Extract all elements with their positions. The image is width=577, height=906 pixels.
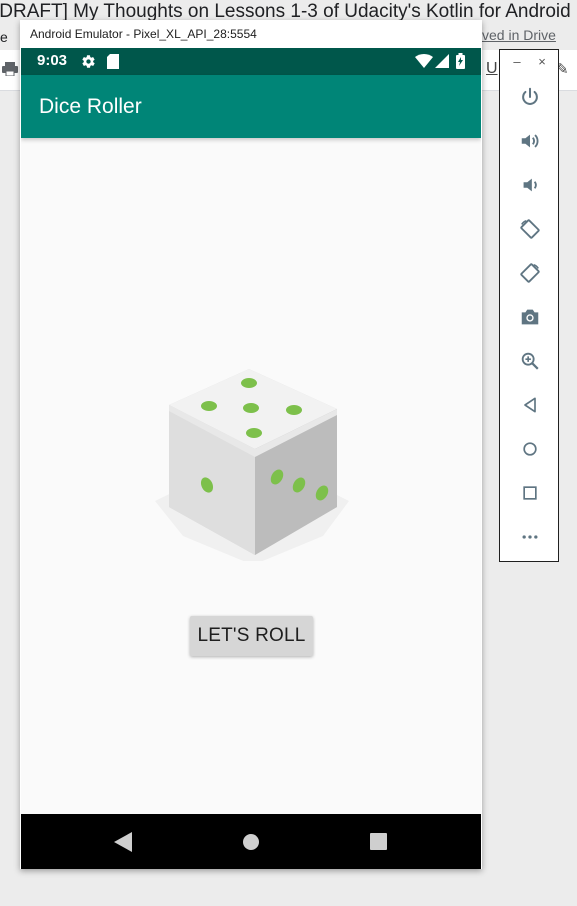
app-title: Dice Roller xyxy=(39,95,142,118)
underline-icon[interactable]: U xyxy=(486,60,498,78)
battery-icon xyxy=(456,53,465,69)
wifi-icon xyxy=(415,54,433,68)
overview-nav-icon[interactable] xyxy=(370,833,387,850)
sd-card-icon xyxy=(107,54,119,69)
close-button[interactable]: × xyxy=(534,54,550,69)
nav-bar xyxy=(21,814,481,869)
status-bar: 9:03 xyxy=(21,48,481,75)
pip xyxy=(246,428,262,438)
volume-up-icon[interactable] xyxy=(518,129,542,153)
pip xyxy=(286,405,302,415)
pip xyxy=(241,378,257,388)
camera-icon[interactable] xyxy=(518,305,542,329)
phone-screen: 9:03 Dice Roller LET'S ROLL xyxy=(21,48,481,869)
home-icon[interactable] xyxy=(518,437,542,461)
emulator-side-panel: – × xyxy=(499,49,559,562)
more-icon[interactable] xyxy=(518,525,542,549)
rotate-right-icon[interactable] xyxy=(518,261,542,285)
pip xyxy=(201,401,217,411)
back-icon[interactable] xyxy=(518,393,542,417)
print-icon[interactable] xyxy=(2,62,18,76)
overview-icon[interactable] xyxy=(518,481,542,505)
volume-down-icon[interactable] xyxy=(518,173,542,197)
background-menu-fragment: e xyxy=(0,29,8,45)
power-icon[interactable] xyxy=(518,85,542,109)
background-saved-status[interactable]: ved in Drive xyxy=(482,27,556,43)
emulator-title: Android Emulator - Pixel_XL_API_28:5554 xyxy=(20,20,482,48)
status-time: 9:03 xyxy=(37,52,68,69)
emulator-window: Android Emulator - Pixel_XL_API_28:5554 … xyxy=(20,20,482,869)
cell-signal-icon xyxy=(435,54,449,68)
settings-icon xyxy=(82,55,95,68)
dice-image xyxy=(155,369,349,561)
home-nav-icon[interactable] xyxy=(242,833,260,851)
app-bar: Dice Roller xyxy=(21,75,481,138)
pip xyxy=(243,403,259,413)
roll-button[interactable]: LET'S ROLL xyxy=(190,616,313,656)
minimize-button[interactable]: – xyxy=(509,54,525,69)
zoom-icon[interactable] xyxy=(518,349,542,373)
rotate-left-icon[interactable] xyxy=(518,217,542,241)
back-nav-icon[interactable] xyxy=(114,832,132,852)
